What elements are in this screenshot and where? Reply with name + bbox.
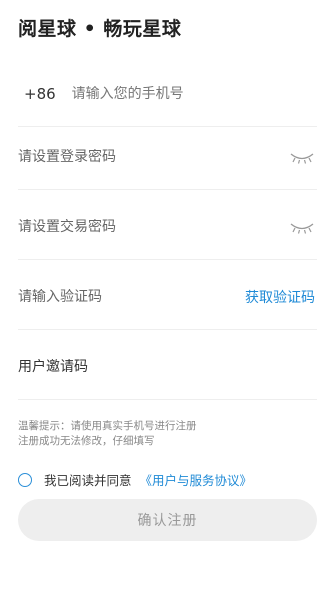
- invite-code-input[interactable]: [18, 359, 317, 375]
- verification-code-input[interactable]: [18, 289, 245, 305]
- get-code-button[interactable]: 获取验证码: [245, 287, 315, 307]
- page-title: 阅星球 • 畅玩星球: [18, 18, 182, 40]
- trade-password-input[interactable]: [18, 219, 289, 235]
- agreement-link[interactable]: 《用户与服务协议》: [140, 470, 253, 489]
- trade-password-row: [18, 195, 317, 260]
- invite-code-row: [18, 335, 317, 400]
- agreement-row: 我已阅读并同意 《用户与服务协议》: [18, 470, 252, 489]
- login-password-row: [18, 125, 317, 190]
- country-code[interactable]: +86: [24, 85, 56, 103]
- agree-radio[interactable]: [18, 472, 32, 487]
- eye-closed-icon[interactable]: [289, 220, 315, 234]
- hint-line-2: 注册成功无法修改，仔细填写: [18, 435, 155, 447]
- eye-closed-icon[interactable]: [289, 150, 315, 164]
- login-password-input[interactable]: [18, 149, 289, 165]
- hint-line-1: 温馨提示：请使用真实手机号进行注册: [18, 420, 197, 432]
- agreement-text: 我已阅读并同意: [44, 473, 132, 488]
- registration-hint: 温馨提示：请使用真实手机号进行注册 注册成功无法修改，仔细填写: [18, 419, 197, 449]
- phone-field-row: +86: [18, 62, 317, 127]
- submit-button[interactable]: 确认注册: [18, 499, 317, 541]
- verification-code-row: 获取验证码: [18, 265, 317, 330]
- phone-input[interactable]: [71, 86, 317, 102]
